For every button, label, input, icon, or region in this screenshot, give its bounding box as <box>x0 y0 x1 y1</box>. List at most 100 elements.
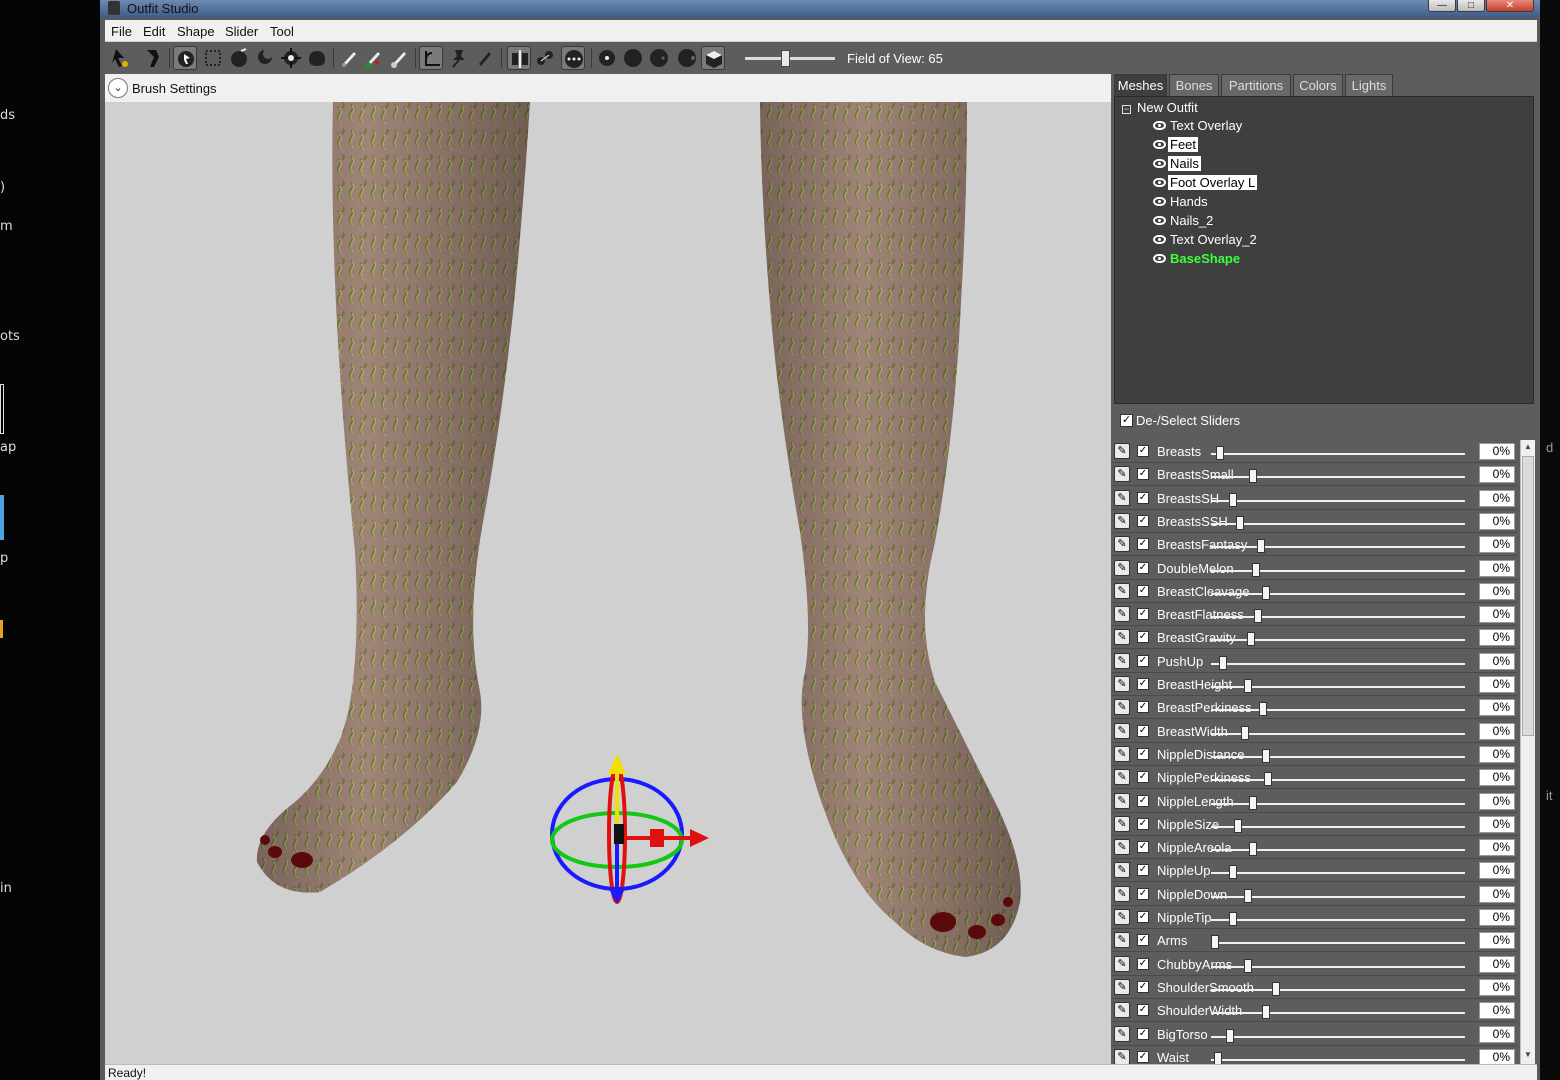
slider-checkbox[interactable]: ✓ <box>1137 771 1149 784</box>
slider-value-field[interactable]: 0% <box>1479 1002 1515 1020</box>
weight-brush-icon[interactable] <box>361 46 385 70</box>
fov-slider-thumb[interactable] <box>781 50 790 67</box>
edit-slider-icon[interactable]: ✎ <box>1114 955 1130 972</box>
menu-slider[interactable]: Slider <box>225 24 258 39</box>
mesh-item-foot-overlay-l[interactable]: Foot Overlay L <box>1153 175 1258 193</box>
slider-value-field[interactable]: 0% <box>1479 512 1515 530</box>
slider-checkbox[interactable]: ✓ <box>1137 980 1149 993</box>
slider-checkbox[interactable]: ✓ <box>1137 957 1149 970</box>
slider-track[interactable] <box>1211 662 1465 665</box>
slider-checkbox[interactable]: ✓ <box>1137 1004 1149 1017</box>
slider-value-field[interactable]: 0% <box>1479 536 1515 554</box>
slider-thumb[interactable] <box>1259 702 1268 717</box>
mesh-item-hands[interactable]: Hands <box>1153 194 1210 212</box>
deflate-brush-icon[interactable] <box>253 46 277 70</box>
slider-checkbox[interactable]: ✓ <box>1137 724 1149 737</box>
3d-viewport[interactable] <box>105 102 1111 1064</box>
slider-value-field[interactable]: 0% <box>1479 978 1515 996</box>
slider-thumb[interactable] <box>1261 585 1270 600</box>
slider-thumb[interactable] <box>1244 888 1253 903</box>
brush-large-icon[interactable] <box>647 46 671 70</box>
x-mirror-icon[interactable] <box>507 46 531 70</box>
slider-value-field[interactable]: 0% <box>1479 489 1515 507</box>
slider-checkbox[interactable]: ✓ <box>1137 841 1149 854</box>
slider-track[interactable] <box>1211 616 1465 619</box>
slider-checkbox[interactable]: ✓ <box>1137 631 1149 644</box>
edit-slider-icon[interactable]: ✎ <box>1114 978 1130 995</box>
edit-slider-icon[interactable]: ✎ <box>1114 466 1130 483</box>
minimize-button[interactable]: — <box>1428 0 1456 12</box>
slider-track[interactable] <box>1211 872 1465 875</box>
slider-track[interactable] <box>1211 1035 1465 1038</box>
slider-value-field[interactable]: 0% <box>1479 606 1515 624</box>
eye-icon[interactable] <box>1153 235 1166 244</box>
pivot-tool-icon[interactable] <box>447 46 471 70</box>
mesh-item-baseshape[interactable]: BaseShape <box>1153 251 1242 269</box>
slider-checkbox[interactable]: ✓ <box>1137 934 1149 947</box>
tab-partitions[interactable]: Partitions <box>1221 74 1291 96</box>
slider-value-field[interactable]: 0% <box>1479 443 1515 460</box>
slider-thumb[interactable] <box>1249 842 1258 857</box>
edit-slider-icon[interactable]: ✎ <box>1114 769 1130 786</box>
edit-slider-icon[interactable]: ✎ <box>1114 489 1130 506</box>
menu-file[interactable]: File <box>111 24 132 39</box>
select-all-sliders-checkbox[interactable]: ✓ <box>1120 414 1133 427</box>
close-button[interactable]: ✕ <box>1486 0 1534 12</box>
edit-slider-icon[interactable]: ✎ <box>1114 1002 1130 1019</box>
slider-checkbox[interactable]: ✓ <box>1137 701 1149 714</box>
tab-bones[interactable]: Bones <box>1169 74 1219 96</box>
slider-thumb[interactable] <box>1228 492 1237 507</box>
slider-value-field[interactable]: 0% <box>1479 1025 1515 1043</box>
slider-checkbox[interactable]: ✓ <box>1137 747 1149 760</box>
color-brush-icon[interactable] <box>387 46 411 70</box>
slider-scrollbar[interactable]: ▲ ▼ <box>1520 440 1535 1064</box>
eye-icon[interactable] <box>1153 121 1166 130</box>
slider-thumb[interactable] <box>1228 912 1237 926</box>
slider-track[interactable] <box>1211 709 1465 712</box>
mask-brush-icon[interactable] <box>201 46 225 70</box>
slider-thumb[interactable] <box>1218 655 1227 670</box>
slider-track[interactable] <box>1211 755 1465 758</box>
slider-value-field[interactable]: 0% <box>1479 839 1515 857</box>
edit-slider-icon[interactable]: ✎ <box>1114 1025 1130 1042</box>
slider-value-field[interactable]: 0% <box>1479 629 1515 647</box>
slider-track[interactable] <box>1211 499 1465 502</box>
tree-root[interactable]: − New Outfit <box>1122 100 1198 115</box>
edit-slider-icon[interactable]: ✎ <box>1114 676 1130 692</box>
slider-checkbox[interactable]: ✓ <box>1137 468 1149 481</box>
slider-track[interactable] <box>1211 592 1465 595</box>
chevron-down-icon[interactable]: ⌄ <box>108 78 128 98</box>
smooth-brush-icon[interactable] <box>305 46 329 70</box>
slider-checkbox[interactable]: ✓ <box>1137 864 1149 877</box>
slider-thumb[interactable] <box>1228 865 1237 880</box>
edit-slider-icon[interactable]: ✎ <box>1114 629 1130 646</box>
slider-thumb[interactable] <box>1233 818 1242 833</box>
eye-icon[interactable] <box>1153 197 1166 206</box>
edit-slider-icon[interactable]: ✎ <box>1114 606 1130 623</box>
transform-tool-icon[interactable] <box>419 46 443 70</box>
tab-lights[interactable]: Lights <box>1345 74 1393 96</box>
connected-only-icon[interactable] <box>533 46 557 70</box>
edit-slider-icon[interactable]: ✎ <box>1114 652 1130 669</box>
slider-value-field[interactable]: 0% <box>1479 559 1515 577</box>
slider-checkbox[interactable]: ✓ <box>1137 584 1149 597</box>
edit-slider-icon[interactable]: ✎ <box>1114 512 1130 529</box>
collapse-icon[interactable]: − <box>1122 105 1131 114</box>
slider-thumb[interactable] <box>1264 772 1273 787</box>
slider-thumb[interactable] <box>1251 562 1260 577</box>
slider-thumb[interactable] <box>1246 632 1255 647</box>
slider-value-field[interactable]: 0% <box>1479 722 1515 740</box>
brush-settings-label[interactable]: Brush Settings <box>132 81 217 96</box>
select-tool-icon[interactable] <box>173 46 197 70</box>
slider-value-field[interactable]: 0% <box>1479 652 1515 670</box>
slider-track[interactable] <box>1211 1058 1465 1061</box>
3d-view-icon[interactable] <box>701 46 725 70</box>
slider-checkbox[interactable]: ✓ <box>1137 538 1149 551</box>
slider-track[interactable] <box>1211 942 1465 945</box>
mesh-item-text-overlay[interactable]: Text Overlay <box>1153 118 1244 136</box>
vertex-edit-tool-icon[interactable] <box>473 46 497 70</box>
slider-track[interactable] <box>1211 546 1465 549</box>
slider-thumb[interactable] <box>1249 795 1258 810</box>
slider-value-field[interactable]: 0% <box>1479 909 1515 926</box>
menu-edit[interactable]: Edit <box>143 24 165 39</box>
